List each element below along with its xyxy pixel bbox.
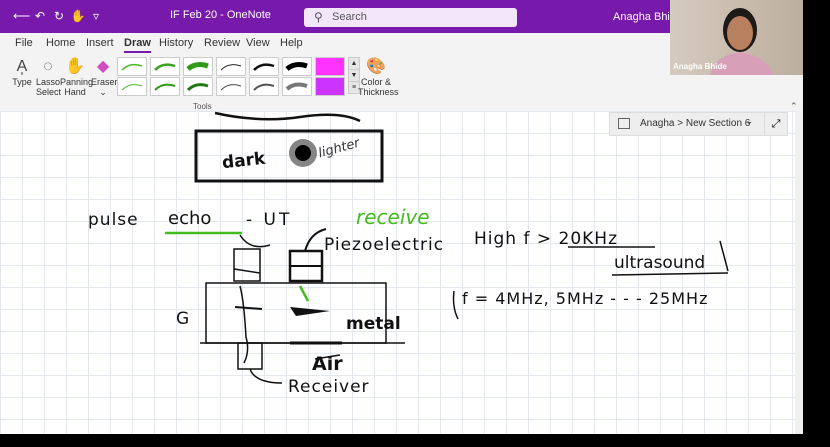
note-left-mark: G — [176, 309, 190, 329]
note-ut: - UT — [246, 210, 293, 230]
tab-help[interactable]: Help — [280, 37, 303, 49]
pen-gray-thin[interactable] — [216, 77, 246, 96]
tab-history[interactable]: History — [159, 37, 193, 49]
type-button[interactable]: A͎ Type — [10, 57, 34, 87]
eraser-icon: ◆ — [96, 58, 110, 75]
onenote-window: ⟵ ↶ ↻ ✋ ▿ IF Feb 20 - OneNote ⚲ Search A… — [0, 0, 803, 434]
pen-green-medium-2[interactable] — [150, 77, 180, 96]
note-metal: metal — [346, 314, 401, 334]
pen-black-thick[interactable] — [282, 57, 312, 76]
color-thickness-label: Color & Thickness — [358, 77, 399, 97]
palette-icon: 🎨 — [366, 58, 386, 75]
expand-icon[interactable]: ⤢ — [764, 112, 788, 136]
highlighter-pink[interactable] — [315, 57, 345, 76]
chevron-down-icon: ⌄ — [99, 87, 107, 97]
note-receive: receive — [356, 205, 430, 229]
lasso-icon: ◌ — [43, 58, 53, 75]
lasso-label: Lasso Select — [36, 77, 62, 97]
webcam-video: Anagha Bhide — [670, 0, 803, 75]
pen-green-thin[interactable] — [117, 57, 147, 76]
back-icon[interactable]: ⟵ — [13, 8, 30, 24]
vertical-scrollbar[interactable] — [795, 111, 803, 434]
note-receiver: Receiver — [288, 377, 370, 397]
redo-icon[interactable]: ↻ — [51, 8, 67, 24]
highlighter-purple[interactable] — [315, 77, 345, 96]
tab-home[interactable]: Home — [46, 37, 75, 49]
document-title: IF Feb 20 - OneNote — [170, 9, 271, 21]
undo-icon[interactable]: ↶ — [32, 8, 48, 24]
pen-gallery — [115, 57, 347, 96]
lasso-select-button[interactable]: ◌ Lasso Select — [36, 57, 62, 97]
tab-insert[interactable]: Insert — [86, 37, 114, 49]
note-ultrasound: ultrasound — [614, 253, 706, 273]
eraser-label: Eraser — [91, 77, 118, 87]
tab-review[interactable]: Review — [204, 37, 240, 49]
section-breadcrumb[interactable]: Anagha > New Section 6 ⌄ — [609, 112, 766, 136]
pen-green-thick[interactable] — [183, 57, 213, 76]
note-pulse: pulse — [88, 210, 139, 230]
eraser-button[interactable]: ◆ Eraser ⌄ — [91, 57, 118, 97]
ribbon-group-label: Tools — [193, 102, 212, 111]
pen-green-thin-2[interactable] — [117, 77, 147, 96]
pen-gray-medium[interactable] — [249, 77, 279, 96]
type-label: Type — [12, 77, 32, 87]
tab-view[interactable]: View — [246, 37, 270, 49]
chevron-down-icon: ⌄ — [745, 116, 754, 127]
screen-border-right — [803, 0, 830, 447]
type-cursor-icon: A͎ — [16, 58, 28, 75]
search-icon: ⚲ — [314, 10, 323, 24]
screen-border-bottom — [0, 434, 830, 447]
pen-gray-thick[interactable] — [282, 77, 312, 96]
tab-draw[interactable]: Draw — [124, 37, 151, 53]
breadcrumb-text: Anagha > New Section 6 — [640, 118, 751, 129]
page-icon — [618, 118, 630, 129]
note-canvas[interactable]: dark lighter pulse echo - UT receive Pie… — [0, 111, 803, 434]
search-input[interactable]: ⚲ Search — [304, 8, 517, 27]
panning-hand-button[interactable]: ✋ Panning Hand — [60, 57, 94, 97]
note-frequency-list: f = 4MHz, 5MHz - - - 25MHz — [462, 289, 709, 308]
note-piezoelectric: Piezoelectric — [324, 235, 445, 255]
color-thickness-button[interactable]: 🎨 Color & Thickness — [358, 57, 399, 97]
pen-black-thin[interactable] — [216, 57, 246, 76]
note-high-frequency: High f > 20KHz — [474, 229, 618, 249]
hand-icon: ✋ — [65, 58, 85, 75]
customize-toolbar-icon[interactable]: ▿ — [88, 8, 104, 24]
tab-file[interactable]: File — [15, 37, 33, 49]
pen-green-dark[interactable] — [183, 77, 213, 96]
pen-black-medium[interactable] — [249, 57, 279, 76]
touch-mode-icon[interactable]: ✋ — [70, 8, 86, 24]
search-placeholder: Search — [332, 11, 367, 23]
note-echo: echo — [168, 208, 212, 229]
pen-green-medium[interactable] — [150, 57, 180, 76]
note-air: Air — [312, 353, 343, 375]
panning-label: Panning Hand — [60, 77, 94, 97]
video-participant-name: Anagha Bhide — [673, 62, 727, 71]
